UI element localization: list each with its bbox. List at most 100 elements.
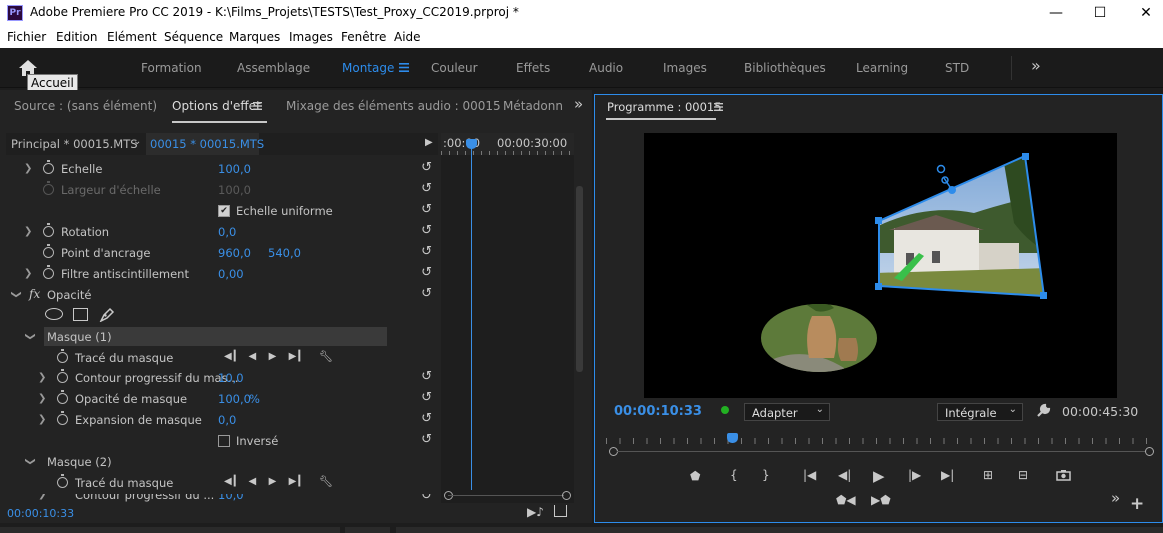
effect-playhead-handle[interactable] bbox=[466, 139, 477, 149]
reset-icon[interactable]: ↺ bbox=[421, 390, 432, 405]
stopwatch-icon[interactable] bbox=[43, 160, 54, 174]
workspace-tab-formation[interactable]: Formation bbox=[141, 61, 202, 75]
property-value[interactable]: 0,0 bbox=[218, 225, 236, 239]
program-zoom-bar[interactable] bbox=[617, 451, 1145, 452]
workspace-more-icon[interactable]: » bbox=[1031, 56, 1041, 75]
mask-2-header[interactable]: ❯ Masque (2) bbox=[6, 452, 438, 473]
reset-icon[interactable]: ↺ bbox=[421, 369, 432, 384]
reset-icon[interactable]: ↺ bbox=[421, 223, 432, 238]
workspace-tab-montage[interactable]: Montage bbox=[342, 61, 394, 75]
mask-tracking-controls[interactable]: ◀▎ ◀ ▶ ▶▎ bbox=[224, 351, 308, 362]
property-value[interactable]: 0,00 bbox=[218, 267, 244, 281]
property-value[interactable]: 10,0 bbox=[218, 371, 244, 385]
program-playhead-handle[interactable] bbox=[727, 433, 738, 443]
tab-effect-controls[interactable]: Options d'effet bbox=[172, 99, 261, 113]
property-trace-masque-1[interactable]: Tracé du masque ◀▎ ◀ ▶ ▶▎ 🔧︎ bbox=[6, 348, 438, 369]
menu-element[interactable]: Elément bbox=[107, 30, 157, 44]
property-rotation[interactable]: ❯ Rotation 0,0 ↺ bbox=[6, 222, 438, 243]
pen-mask-icon[interactable] bbox=[99, 307, 115, 322]
camera-icon[interactable] bbox=[1056, 469, 1071, 481]
program-video-frame[interactable] bbox=[644, 133, 1117, 398]
property-opacite-masque[interactable]: ❯ Opacité de masque 100,0 % ↺ bbox=[6, 389, 438, 410]
property-value[interactable]: 0,0 bbox=[218, 413, 236, 427]
panel-menu-icon[interactable] bbox=[253, 102, 262, 110]
twirl-right-icon[interactable]: ❯ bbox=[38, 414, 46, 425]
twirl-down-icon[interactable]: ❯ bbox=[25, 457, 36, 465]
mark-in-icon[interactable]: { bbox=[730, 468, 738, 482]
left-panel-more-icon[interactable]: » bbox=[574, 95, 583, 113]
timeline-zoom-end-handle[interactable] bbox=[562, 491, 571, 500]
twirl-down-icon[interactable]: ❯ bbox=[11, 290, 22, 298]
workspace-tab-bibliotheques[interactable]: Bibliothèques bbox=[744, 61, 826, 75]
tab-audio-mixer[interactable]: Mixage des éléments audio : 00015 bbox=[286, 99, 501, 113]
reset-icon[interactable]: ↺ bbox=[421, 202, 432, 217]
chevron-down-icon[interactable]: ⌄ bbox=[133, 136, 141, 147]
workspace-tab-learning[interactable]: Learning bbox=[856, 61, 908, 75]
reset-icon[interactable]: ↺ bbox=[421, 181, 432, 196]
program-panel-menu-icon[interactable] bbox=[714, 103, 723, 111]
property-echelle-uniforme[interactable]: ✔ Echelle uniforme ↺ bbox=[6, 201, 438, 222]
go-to-out-icon[interactable]: ▶| bbox=[941, 468, 954, 482]
step-forward-icon[interactable]: |▶ bbox=[908, 468, 921, 482]
export-frame-icon[interactable] bbox=[554, 505, 567, 517]
fit-dropdown[interactable]: Adapter ⌄ bbox=[744, 403, 830, 421]
overwrite-icon[interactable]: ▶⬟ bbox=[871, 493, 891, 507]
reset-icon[interactable]: ↺ bbox=[421, 244, 432, 259]
property-echelle[interactable]: ❯ Echelle 100,0 ↺ bbox=[6, 159, 438, 180]
property-trace-masque-2[interactable]: Tracé du masque ◀▎ ◀ ▶ ▶▎ 🔧︎ bbox=[6, 473, 438, 494]
mark-out-icon[interactable]: } bbox=[762, 468, 770, 482]
twirl-down-icon[interactable]: ❯ bbox=[25, 332, 36, 340]
workspace-menu-icon[interactable] bbox=[399, 63, 409, 72]
minimize-button[interactable]: — bbox=[1041, 4, 1071, 22]
master-clip-label[interactable]: Principal * 00015.MTS bbox=[11, 137, 138, 151]
stopwatch-icon[interactable] bbox=[43, 223, 54, 237]
play-icon[interactable]: ▶ bbox=[873, 467, 885, 485]
property-value-y[interactable]: 540,0 bbox=[268, 246, 301, 260]
add-marker-icon[interactable]: ⬟ bbox=[690, 469, 700, 483]
extract-icon[interactable]: ⊟ bbox=[1018, 468, 1028, 482]
lift-icon[interactable]: ⊞ bbox=[983, 468, 993, 482]
workspace-tab-couleur[interactable]: Couleur bbox=[431, 61, 478, 75]
stopwatch-icon[interactable] bbox=[57, 474, 68, 488]
stopwatch-icon[interactable] bbox=[57, 390, 68, 404]
property-value-x[interactable]: 960,0 bbox=[218, 246, 251, 260]
effect-opacite[interactable]: ❯ fx Opacité ↺ bbox=[6, 285, 438, 306]
step-back-icon[interactable]: ◀| bbox=[838, 468, 851, 482]
program-monitor-title[interactable]: Programme : 00015 bbox=[607, 100, 722, 114]
effect-controls-timecode[interactable]: 00:00:10:33 bbox=[7, 507, 74, 520]
twirl-right-icon[interactable]: ❯ bbox=[38, 372, 46, 383]
twirl-right-icon[interactable]: ❯ bbox=[24, 163, 32, 174]
stopwatch-icon[interactable] bbox=[43, 265, 54, 279]
reset-icon[interactable]: ↺ bbox=[421, 265, 432, 280]
ellipse-mask-icon[interactable] bbox=[45, 308, 63, 320]
close-button[interactable]: ✕ bbox=[1131, 4, 1161, 22]
menu-fichier[interactable]: Fichier bbox=[7, 30, 46, 44]
menu-sequence[interactable]: Séquence bbox=[164, 30, 223, 44]
stopwatch-icon[interactable] bbox=[57, 349, 68, 363]
property-value[interactable]: 100,0 bbox=[218, 392, 251, 406]
stopwatch-icon[interactable] bbox=[57, 411, 68, 425]
filter-audio-icon[interactable]: ▶♪ bbox=[527, 505, 544, 519]
workspace-tab-assemblage[interactable]: Assemblage bbox=[237, 61, 310, 75]
reset-icon[interactable]: ↺ bbox=[421, 286, 432, 301]
effect-timeline-ruler[interactable]: :00:00 00:00:30:00 bbox=[441, 133, 574, 155]
twirl-right-icon[interactable]: ❯ bbox=[24, 268, 32, 279]
play-triangle-icon[interactable]: ▶ bbox=[425, 137, 433, 148]
menu-fenetre[interactable]: Fenêtre bbox=[341, 30, 386, 44]
rectangle-mask-icon[interactable] bbox=[73, 308, 88, 321]
property-inverse[interactable]: Inversé ↺ bbox=[6, 431, 438, 452]
program-time-ruler[interactable] bbox=[606, 433, 1153, 445]
wrench-icon[interactable]: 🔧︎ bbox=[319, 475, 333, 488]
tab-metadata[interactable]: Métadonn bbox=[503, 99, 563, 113]
reset-icon[interactable]: ↺ bbox=[421, 411, 432, 426]
wrench-icon[interactable]: 🔧︎ bbox=[319, 350, 333, 363]
menu-edition[interactable]: Edition bbox=[56, 30, 98, 44]
program-zoom-end-handle[interactable] bbox=[1145, 447, 1154, 456]
property-expansion-masque[interactable]: ❯ Expansion de masque 0,0 ↺ bbox=[6, 410, 438, 431]
mask-1-header[interactable]: ❯ Masque (1) bbox=[6, 327, 438, 348]
workspace-tab-effets[interactable]: Effets bbox=[516, 61, 550, 75]
stopwatch-icon[interactable] bbox=[43, 244, 54, 258]
property-contour-progressif-1[interactable]: ❯ Contour progressif du mas... 10,0 ↺ bbox=[6, 368, 438, 389]
property-value[interactable]: 100,0 bbox=[218, 162, 251, 176]
menu-images[interactable]: Images bbox=[289, 30, 333, 44]
